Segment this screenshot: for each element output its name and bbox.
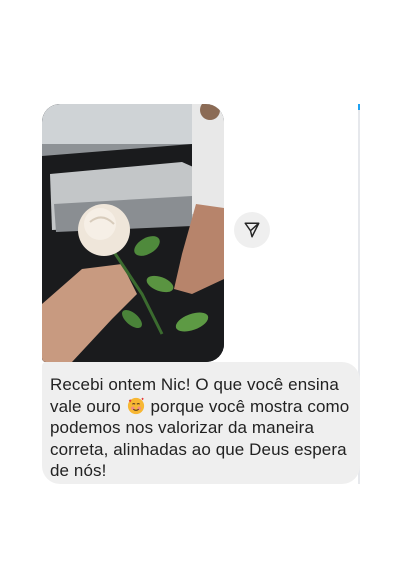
message-text: Recebi ontem Nic! O que você ensina vale…: [50, 374, 350, 482]
share-paper-plane-icon: [244, 222, 260, 238]
smiling-face-with-hearts-emoji: [127, 397, 144, 414]
rose-in-hand-photo: [42, 104, 224, 362]
share-button[interactable]: [234, 212, 270, 248]
story-reply-photo[interactable]: [42, 104, 224, 362]
message-bubble[interactable]: Recebi ontem Nic! O que você ensina vale…: [42, 362, 360, 484]
scroll-indicator: [358, 104, 360, 110]
